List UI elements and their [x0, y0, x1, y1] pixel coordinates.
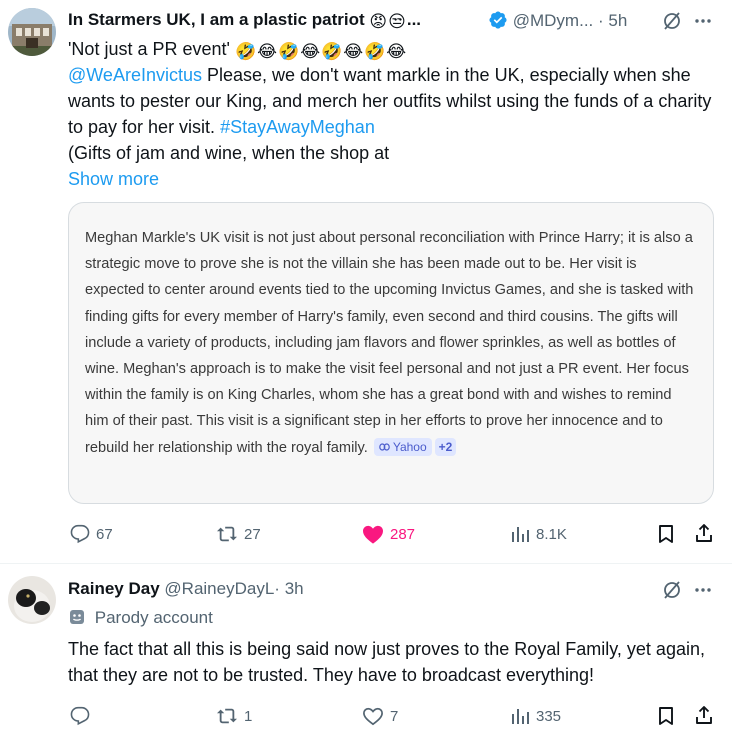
tweet-text: 'Not just a PR event' 🤣😂🤣😂🤣😂🤣😂 @WeAreInv… — [68, 36, 718, 192]
tweet-text: The fact that all this is being said now… — [68, 639, 705, 685]
mention-link[interactable]: @WeAreInvictus — [68, 65, 202, 85]
more-sources-chip[interactable]: +2 — [434, 437, 457, 456]
hashtag-link[interactable]: #StayAwayMeghan — [220, 117, 375, 137]
bookmark-icon[interactable] — [656, 524, 676, 544]
more-options-icon[interactable] — [693, 11, 713, 31]
joy-emoji: 😂 — [300, 42, 321, 61]
rofl-emoji: 🤣 — [364, 42, 386, 61]
reply-icon — [70, 524, 90, 544]
joy-emoji: 😂 — [343, 42, 364, 61]
rofl-emoji: 🤣 — [234, 42, 257, 61]
handle[interactable]: @RaineyDayL — [164, 579, 274, 598]
parody-label: Parody account — [94, 608, 213, 627]
views-icon — [512, 527, 529, 542]
repost-button[interactable]: 1 — [216, 706, 252, 726]
repost-icon — [217, 708, 237, 724]
source-chip[interactable]: Yahoo — [373, 437, 432, 456]
name-ellipsis: ... — [406, 10, 422, 29]
timestamp[interactable]: 3h — [285, 579, 304, 598]
reply-button[interactable]: 67 — [70, 524, 113, 544]
verified-badge-icon[interactable] — [488, 10, 508, 30]
heart-icon — [363, 707, 383, 726]
repost-count: 27 — [244, 525, 261, 543]
link-icon — [379, 443, 390, 451]
views-button[interactable]: 8.1K — [510, 524, 567, 544]
joy-emoji: 😂 — [386, 42, 407, 61]
card-text: Meghan Markle's UK visit is not just abo… — [85, 225, 695, 461]
share-icon[interactable] — [694, 705, 714, 725]
card-summary-text: Meghan Markle's UK visit is not just abo… — [85, 230, 694, 456]
avatar[interactable] — [8, 576, 56, 624]
handle[interactable]: @MDym... — [513, 11, 594, 30]
bookmark-icon[interactable] — [656, 706, 676, 726]
parody-badge: Parody account — [68, 608, 213, 628]
repost-button[interactable]: 27 — [216, 524, 261, 544]
tweet-header: Rainey Day @RaineyDayL· 3h — [68, 579, 304, 599]
timestamp[interactable]: 5h — [608, 11, 627, 30]
quote-line-text: 'Not just a PR event' — [68, 39, 230, 59]
avatar-image — [8, 8, 56, 56]
display-name[interactable]: Rainey Day — [68, 579, 160, 598]
joy-emoji: 😂 — [257, 42, 278, 61]
reply-button[interactable] — [70, 706, 96, 726]
rofl-emoji: 🤣 — [321, 42, 343, 61]
reply-icon — [70, 706, 90, 726]
like-button[interactable]: 7 — [362, 706, 398, 726]
share-icon[interactable] — [694, 523, 714, 543]
avatar[interactable] — [8, 8, 56, 56]
repost-icon — [217, 526, 237, 542]
grok-icon[interactable] — [662, 580, 682, 600]
quote-line: 'Not just a PR event' 🤣😂🤣😂🤣😂🤣😂 — [68, 36, 718, 62]
separator-dot: · — [274, 579, 280, 598]
reply-count: 67 — [96, 525, 113, 543]
show-more-link[interactable]: Show more — [68, 166, 718, 192]
heart-filled-icon — [363, 525, 383, 544]
avatar-image — [8, 576, 56, 624]
separator-dot: · — [598, 11, 604, 30]
tweet-2[interactable]: Rainey Day @RaineyDayL· 3h Parody accoun… — [0, 564, 732, 735]
source-label: Yahoo — [392, 439, 427, 454]
more-options-icon[interactable] — [693, 580, 713, 600]
views-icon — [512, 709, 529, 724]
display-name[interactable]: In Starmers UK, I am a plastic patriot — [68, 10, 365, 29]
angry-face-emoji: 😡 — [369, 12, 388, 31]
handle-group: @MDym... · 5h — [488, 10, 627, 31]
unamused-face-emoji: 😒 — [388, 12, 406, 31]
grok-icon[interactable] — [662, 11, 682, 31]
tweet-1[interactable]: In Starmers UK, I am a plastic patriot 😡… — [0, 0, 732, 563]
like-button[interactable]: 287 — [362, 524, 415, 544]
summary-card[interactable]: Meghan Markle's UK visit is not just abo… — [68, 202, 714, 504]
repost-count: 1 — [244, 707, 253, 725]
tweet-header: In Starmers UK, I am a plastic patriot 😡… — [68, 10, 421, 30]
parody-mask-icon — [70, 610, 84, 624]
tweet-paragraph: @WeAreInvictus Please, we don't want mar… — [68, 62, 718, 140]
like-count: 7 — [390, 707, 399, 725]
view-count: 8.1K — [536, 525, 567, 543]
rofl-emoji: 🤣 — [278, 42, 300, 61]
like-count: 287 — [390, 525, 416, 543]
view-count: 335 — [536, 707, 562, 725]
tweet-text-part2: (Gifts of jam and wine, when the shop at — [68, 143, 390, 163]
views-button[interactable]: 335 — [510, 706, 561, 726]
